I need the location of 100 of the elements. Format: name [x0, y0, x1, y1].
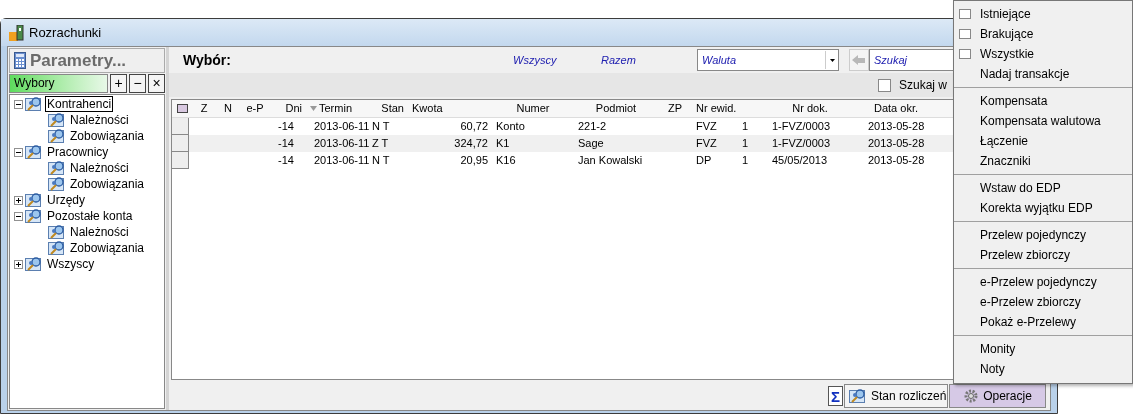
bottom-button[interactable]: Stan rozliczeń	[844, 384, 948, 408]
panel-button[interactable]: +	[110, 74, 127, 93]
tree-item[interactable]: Należności	[68, 160, 131, 176]
tree-item[interactable]: Należności	[68, 112, 131, 128]
checkbox[interactable]	[878, 78, 891, 92]
menu-item[interactable]: e-Przelew pojedynczy	[980, 273, 1097, 291]
menu-item[interactable]: Przelew zbiorczy	[980, 246, 1071, 264]
column-header[interactable]: Dni	[270, 100, 306, 117]
menu-item[interactable]: Znaczniki	[980, 152, 1031, 170]
tree-item[interactable]: Zobowiązania	[68, 128, 147, 144]
dropdown-arrow-icon	[829, 58, 835, 62]
menu-item[interactable]: Łączenie	[980, 132, 1029, 150]
table-cell-text: FVZ	[695, 136, 718, 152]
parameters-header[interactable]: Parametry...	[9, 48, 165, 73]
menu-item[interactable]: Brakujące	[980, 25, 1034, 43]
column-header[interactable]: Nr dok.	[764, 100, 856, 117]
table-cell-text: -14	[277, 153, 295, 169]
menu-item[interactable]: Noty	[980, 360, 1005, 378]
selection-title: Wybór:	[183, 50, 232, 70]
tree-item[interactable]: Pozostałe konta	[45, 208, 135, 224]
table-cell-text: 1	[742, 136, 750, 152]
table-cell-text: 2013-05-28	[867, 153, 926, 169]
sort-arrow-icon	[310, 106, 317, 111]
collapse-icon[interactable]	[14, 99, 23, 109]
table-cell-text: 2013-05-28	[867, 136, 926, 152]
collapse-icon[interactable]	[14, 211, 23, 221]
select-all-icon[interactable]	[176, 104, 188, 113]
table-cell-text: 20,95	[459, 153, 489, 169]
column-header[interactable]: N	[216, 100, 240, 117]
panel-button[interactable]: −	[129, 74, 146, 93]
table-cell-text: 2013-05-28	[867, 119, 926, 135]
tree-item[interactable]: Wszyscy	[45, 256, 97, 272]
column-header[interactable]: ZP	[658, 100, 692, 117]
table-cell-text: 324,72	[453, 136, 489, 152]
table-cell-text: DP	[695, 153, 713, 169]
column-header[interactable]: Kwota	[408, 100, 492, 117]
table-cell-text: 2013-06-11	[313, 153, 368, 169]
filter-link[interactable]: Wszyscy	[513, 51, 601, 69]
menu-item[interactable]: Monity	[980, 340, 1016, 358]
tree-item[interactable]: Urzędy	[45, 192, 87, 208]
column-header[interactable]: Termin	[306, 100, 368, 117]
row-selector[interactable]	[172, 118, 189, 135]
menu-item[interactable]: Nadaj transakcje	[980, 65, 1070, 83]
menu-checkbox[interactable]	[959, 9, 971, 19]
menu-item[interactable]: Przelew pojedynczy	[980, 226, 1087, 244]
table-cell-text: 2013-06-11	[313, 136, 368, 152]
menu-item[interactable]: Kompensata walutowa	[980, 112, 1101, 130]
sum-button[interactable]: Σ	[828, 386, 843, 406]
table-cell-text: -14	[277, 119, 295, 135]
table-cell-text: 1-FVZ/0003	[771, 119, 832, 135]
panel-label: Wybory	[9, 74, 108, 93]
table-cell-text: 60,72	[459, 119, 489, 135]
menu-item[interactable]: Wszystkie	[980, 45, 1034, 63]
column-header[interactable]: Podmiot	[574, 100, 658, 117]
table-cell-text: 221-2	[577, 119, 608, 135]
table-cell-text: 1	[742, 119, 750, 135]
table-cell-text: K16	[495, 153, 517, 169]
tree-item[interactable]: Zobowiązania	[68, 176, 147, 192]
table-cell-text: -14	[277, 136, 295, 152]
app-icon	[9, 24, 25, 41]
expand-icon[interactable]	[14, 259, 23, 269]
tree-item[interactable]: Kontrahenci	[45, 96, 114, 112]
menu-item[interactable]: Kompensata	[980, 92, 1048, 110]
table-cell-text: N T	[371, 153, 391, 169]
filter-link[interactable]: Razem	[601, 51, 689, 69]
column-header[interactable]: Data okr.	[856, 100, 936, 117]
row-selector[interactable]	[172, 152, 189, 169]
table-cell-text: 2013-06-11	[313, 119, 368, 135]
collapse-icon[interactable]	[14, 147, 23, 157]
tree-item[interactable]: Pracownicy	[45, 144, 111, 160]
tree-item[interactable]: Należności	[68, 224, 131, 240]
column-header[interactable]: Stan	[368, 100, 408, 117]
table-cell-text: Z T	[371, 136, 390, 152]
menu-item[interactable]: e-Przelew zbiorczy	[980, 293, 1081, 311]
column-header[interactable]: Numer	[492, 100, 574, 117]
menu-checkbox[interactable]	[959, 49, 971, 59]
tree-item[interactable]: Zobowiązania	[68, 240, 147, 256]
parameters-title: Parametry...	[30, 49, 127, 72]
panel-button[interactable]: ×	[148, 74, 165, 93]
table-cell-text: 45/05/2013	[771, 153, 829, 169]
window-title: Rozrachunki	[29, 23, 102, 42]
currency-dropdown[interactable]: Waluta	[697, 49, 839, 71]
column-header[interactable]: e-P	[240, 100, 270, 117]
column-header[interactable]: Z	[192, 100, 216, 117]
menu-item[interactable]: Korekta wyjątku EDP	[980, 199, 1093, 217]
menu-item[interactable]: Wstaw do EDP	[980, 179, 1061, 197]
menu-item[interactable]: Istniejące	[980, 5, 1031, 23]
table-cell-text: Jan Kowalski	[577, 153, 644, 169]
menu-item[interactable]: Pokaż e-Przelewy	[980, 313, 1077, 331]
calculator-icon	[14, 52, 26, 69]
menu-checkbox[interactable]	[959, 29, 971, 39]
back-button[interactable]	[849, 49, 869, 71]
column-header[interactable]: Nr ewid.	[692, 100, 764, 117]
table-cell-text: Konto	[495, 119, 526, 135]
expand-icon[interactable]	[14, 195, 23, 205]
table-cell-text: FVZ	[695, 119, 718, 135]
row-selector[interactable]	[172, 135, 189, 152]
table-cell-text: K1	[495, 136, 511, 152]
bottom-button[interactable]: Operacje	[949, 384, 1046, 408]
back-arrow-icon	[852, 55, 866, 65]
